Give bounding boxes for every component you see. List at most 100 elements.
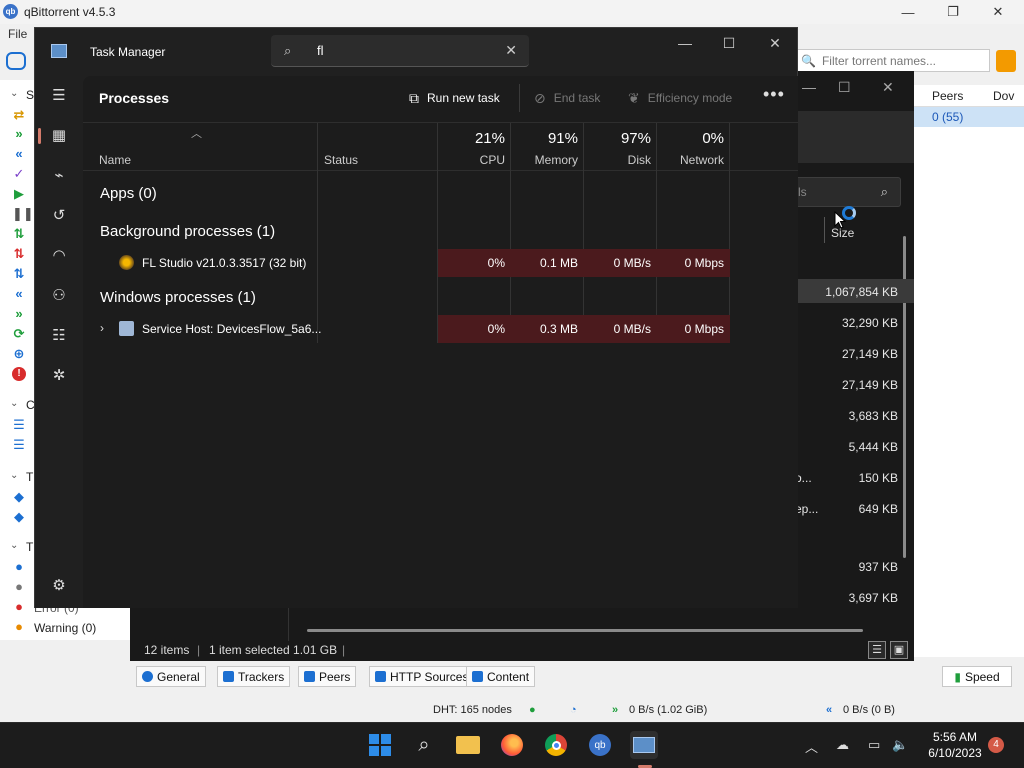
network-total[interactable]: 0% [664, 130, 724, 147]
table-row[interactable]: FL Studio v21.0.3.3517 (32 bit) 0% 0.1 M… [83, 249, 798, 277]
process-search-input[interactable]: ⌕ fl ✕ [271, 35, 529, 67]
restore-icon[interactable]: ❐ [930, 2, 976, 22]
app-history-icon[interactable]: ↺ [48, 204, 70, 226]
minimize-icon[interactable]: — [885, 2, 931, 22]
check-icon[interactable]: ✓ [12, 167, 26, 181]
column-status[interactable]: Status [324, 153, 358, 167]
menu-file[interactable]: File [8, 27, 27, 41]
tab-content[interactable]: Content [466, 666, 536, 687]
speed-limit-icon[interactable]: ◔ [570, 704, 577, 716]
connection-status-icon[interactable]: ● [529, 704, 536, 716]
active-icon[interactable]: ⇅ [12, 227, 26, 241]
chevron-down-icon[interactable]: ⌄ [10, 398, 18, 409]
link-icon[interactable] [6, 52, 26, 70]
torrent-filter-input[interactable]: 🔍 Filter torrent names... [796, 49, 990, 72]
hamburger-menu-icon[interactable]: ☰ [48, 84, 70, 106]
pause-icon[interactable]: ❚❚ [12, 207, 34, 221]
maximize-icon[interactable]: ☐ [709, 32, 749, 54]
network-icon[interactable]: ▭ [868, 737, 880, 753]
tab-http-sources[interactable]: HTTP Sources [369, 666, 475, 687]
download-speed[interactable]: 0 B/s (1.02 GiB) [629, 704, 707, 716]
column-name[interactable]: Name [99, 153, 131, 167]
close-icon[interactable]: ✕ [755, 32, 795, 54]
search-icon[interactable]: ⌕ [410, 731, 438, 759]
chevron-down-icon[interactable]: ⌄ [10, 470, 18, 481]
startup-apps-icon[interactable]: ◠ [48, 244, 70, 266]
category-uncategorized-icon[interactable]: ☰ [12, 438, 26, 452]
details-view-icon[interactable]: ☰ [868, 641, 886, 659]
torrent-row[interactable]: 0 (55) [914, 107, 1024, 127]
stalled-down-icon[interactable]: » [12, 307, 26, 321]
error-icon[interactable]: ! [12, 367, 26, 381]
lock-icon[interactable] [996, 50, 1016, 72]
run-new-task-button[interactable]: ⧉ Run new task [409, 87, 500, 109]
task-manager-taskbar-icon[interactable] [630, 731, 658, 759]
category-all-icon[interactable]: ☰ [12, 418, 26, 432]
end-task-button[interactable]: ⊘ End task [534, 87, 600, 109]
column-disk[interactable]: Disk [591, 153, 651, 167]
inactive-icon[interactable]: ⇅ [12, 247, 26, 261]
disk-total[interactable]: 97% [591, 130, 651, 147]
tag-icon[interactable]: ◆ [12, 510, 26, 524]
moving-icon[interactable]: ⊕ [12, 347, 26, 361]
tab-trackers[interactable]: Trackers [217, 666, 291, 687]
services-icon[interactable]: ✲ [48, 364, 70, 386]
chevron-right-icon[interactable]: › [100, 321, 104, 335]
shuffle-icon[interactable]: ⇄ [12, 108, 26, 122]
more-options-icon[interactable]: ••• [763, 84, 785, 105]
settings-icon[interactable]: ⚙ [48, 574, 70, 596]
chevron-down-icon[interactable]: ⌄ [10, 88, 18, 99]
column-network[interactable]: Network [664, 153, 724, 167]
tab-general[interactable]: General [136, 666, 206, 687]
stalled-icon[interactable]: ⇅ [12, 267, 26, 281]
chrome-icon[interactable] [542, 731, 570, 759]
error-pin-icon[interactable]: ● [12, 600, 26, 614]
maximize-icon[interactable]: ☐ [838, 79, 851, 96]
tab-peers[interactable]: Peers [298, 666, 357, 687]
explorer-search-input[interactable]: ls ⌕ [785, 177, 901, 207]
upload-speed[interactable]: 0 B/s (0 B) [843, 704, 895, 716]
volume-icon[interactable]: 🔈 [892, 737, 908, 753]
users-icon[interactable]: ⚇ [48, 284, 70, 306]
firefox-icon[interactable] [498, 731, 526, 759]
column-down[interactable]: Dov [993, 89, 1014, 103]
tag-icon[interactable]: ◆ [12, 490, 26, 504]
processes-icon[interactable]: ▦ [48, 124, 70, 146]
efficiency-mode-button[interactable]: ❦ Efficiency mode [628, 87, 732, 109]
speed-tab[interactable]: ▮ Speed [942, 666, 1012, 687]
checking-icon[interactable]: ⟳ [12, 327, 26, 341]
table-row[interactable]: › Service Host: DevicesFlow_5a6... 0% 0.… [83, 315, 798, 343]
minimize-icon[interactable]: — [665, 32, 705, 54]
page-title: Processes [99, 90, 170, 106]
upload-icon[interactable]: « [12, 147, 26, 161]
stalled-up-icon[interactable]: « [12, 287, 26, 301]
qbittorrent-taskbar-icon[interactable]: qb [586, 731, 614, 759]
download-icon[interactable]: » [12, 127, 26, 141]
tracker-warning-item[interactable]: Warning (0) [34, 621, 96, 635]
column-memory[interactable]: Memory [518, 153, 578, 167]
clear-search-icon[interactable]: ✕ [505, 42, 517, 59]
upload-speed-icon: « [826, 704, 833, 716]
horizontal-scrollbar[interactable] [307, 629, 863, 632]
tiles-view-icon[interactable]: ▣ [890, 641, 908, 659]
chevron-down-icon[interactable]: ⌄ [10, 540, 18, 551]
play-icon[interactable]: ▶ [12, 187, 26, 201]
close-icon[interactable]: ✕ [975, 2, 1021, 22]
system-clock[interactable]: 5:56 AM 6/10/2023 [922, 729, 988, 761]
cpu-total[interactable]: 21% [445, 130, 505, 147]
file-explorer-icon[interactable] [454, 731, 482, 759]
column-peers[interactable]: Peers [932, 89, 963, 103]
details-icon[interactable]: ☷ [48, 324, 70, 346]
minimize-icon[interactable]: — [802, 79, 816, 95]
close-icon[interactable]: ✕ [882, 79, 894, 96]
performance-icon[interactable]: ⌁ [48, 164, 70, 186]
tracker-pin-icon[interactable]: ● [12, 560, 26, 574]
show-hidden-icons-icon[interactable]: ︿ [805, 737, 818, 756]
cloud-offline-icon[interactable]: ☁ [836, 737, 849, 753]
tracker-pin-icon[interactable]: ● [12, 580, 26, 594]
memory-total[interactable]: 91% [518, 130, 578, 147]
warning-pin-icon[interactable]: ● [12, 620, 26, 634]
notification-badge[interactable]: 4 [988, 737, 1004, 753]
start-button[interactable] [366, 731, 394, 759]
column-cpu[interactable]: CPU [445, 153, 505, 167]
